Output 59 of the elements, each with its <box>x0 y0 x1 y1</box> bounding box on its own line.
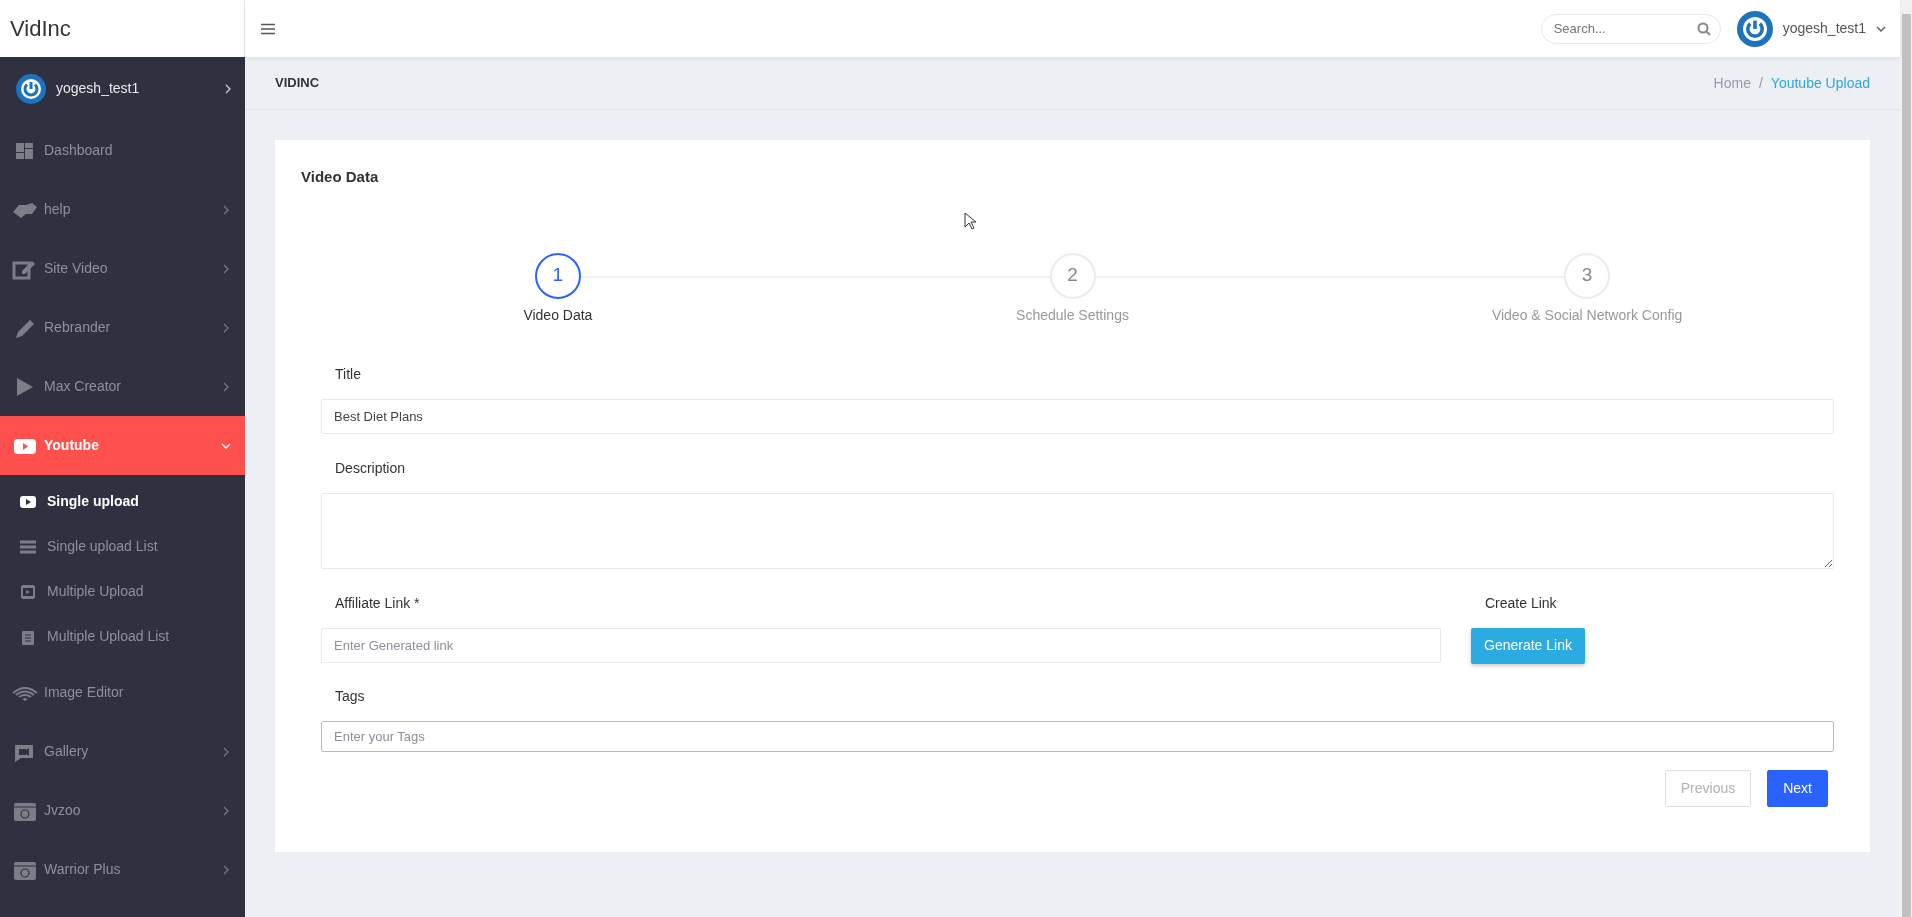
breadcrumb-separator: / <box>1758 73 1763 93</box>
step-circle[interactable]: 2 <box>1049 252 1096 299</box>
search-field[interactable]: Search... <box>1540 13 1721 44</box>
user-menu[interactable]: yogesh_test1 <box>1736 10 1886 47</box>
step-label: Video & Social Network Config <box>1491 305 1683 325</box>
scrollbar[interactable] <box>1900 0 1912 917</box>
field-label: Tags <box>334 686 365 706</box>
chevron-right-icon <box>223 83 233 94</box>
sidebar-item[interactable]: Rebrander <box>0 298 245 357</box>
sidebar-item[interactable]: Dashboard <box>0 121 245 180</box>
generate-link-button[interactable]: Generate Link <box>1471 627 1585 664</box>
brand-logo: VidInc <box>0 0 245 57</box>
video-play-icon <box>19 493 37 510</box>
sidebar-item[interactable]: Site Video <box>0 239 245 298</box>
chevron-right-icon <box>221 381 231 392</box>
sidebar-item[interactable]: Youtube <box>0 416 245 475</box>
sidebar-item[interactable]: Warrior Plus <box>0 840 245 899</box>
tags-field[interactable]: Enter your Tags <box>321 720 1834 752</box>
sidebar-item[interactable]: Max Creator <box>0 357 245 416</box>
cursor-icon <box>964 212 976 230</box>
submenu-item[interactable]: Multiple Upload <box>0 569 245 614</box>
submenu-item[interactable]: Single upload <box>0 479 245 524</box>
chevron-right-icon <box>221 322 231 333</box>
search-icon <box>1696 21 1711 36</box>
card-title: Video Data <box>301 167 380 187</box>
breadcrumb-link[interactable]: Youtube Upload <box>1770 72 1870 94</box>
sidebar-user[interactable]: yogesh_test1 <box>0 57 245 121</box>
field-label: Create Link <box>1484 593 1557 613</box>
list-icon <box>19 538 37 555</box>
chevron-right-icon <box>221 864 231 875</box>
sidebar-item[interactable]: Jvzoo <box>0 781 245 840</box>
chevron-right-icon <box>221 204 231 215</box>
sidebar-item[interactable]: Image Editor <box>0 663 245 722</box>
submenu-item[interactable]: Multiple Upload List <box>0 614 245 659</box>
next-button[interactable]: Next <box>1767 769 1828 807</box>
field-label: Affiliate Link * <box>334 593 420 613</box>
submenu-item[interactable]: Single upload List <box>0 524 245 569</box>
textarea-field[interactable] <box>321 492 1834 569</box>
page-title: VIDINC <box>275 74 320 93</box>
chevron-right-icon <box>221 746 231 757</box>
step-label: Video Data <box>523 305 593 325</box>
chevron-right-icon <box>221 263 231 274</box>
chevron-right-icon <box>221 805 231 816</box>
avatar-icon <box>1736 10 1773 47</box>
step-circle[interactable]: 1 <box>534 252 581 299</box>
video-square-icon <box>19 583 37 600</box>
step-label: Schedule Settings <box>1016 305 1129 325</box>
text-field[interactable]: Best Diet Plans <box>321 398 1834 434</box>
sidebar-item[interactable]: Gallery <box>0 722 245 781</box>
sidebar-item[interactable]: help <box>0 180 245 239</box>
user-name: yogesh_test1 <box>56 79 141 98</box>
step-circle[interactable]: 3 <box>1564 252 1611 299</box>
breadcrumb-link[interactable]: Home <box>1713 72 1751 94</box>
link-field[interactable]: Enter Generated link <box>321 627 1441 663</box>
field-label: Title <box>334 364 361 384</box>
menu-icon <box>261 22 275 35</box>
avatar-icon <box>16 73 46 104</box>
field-label: Description <box>334 458 406 478</box>
clipboard-icon <box>19 628 37 645</box>
